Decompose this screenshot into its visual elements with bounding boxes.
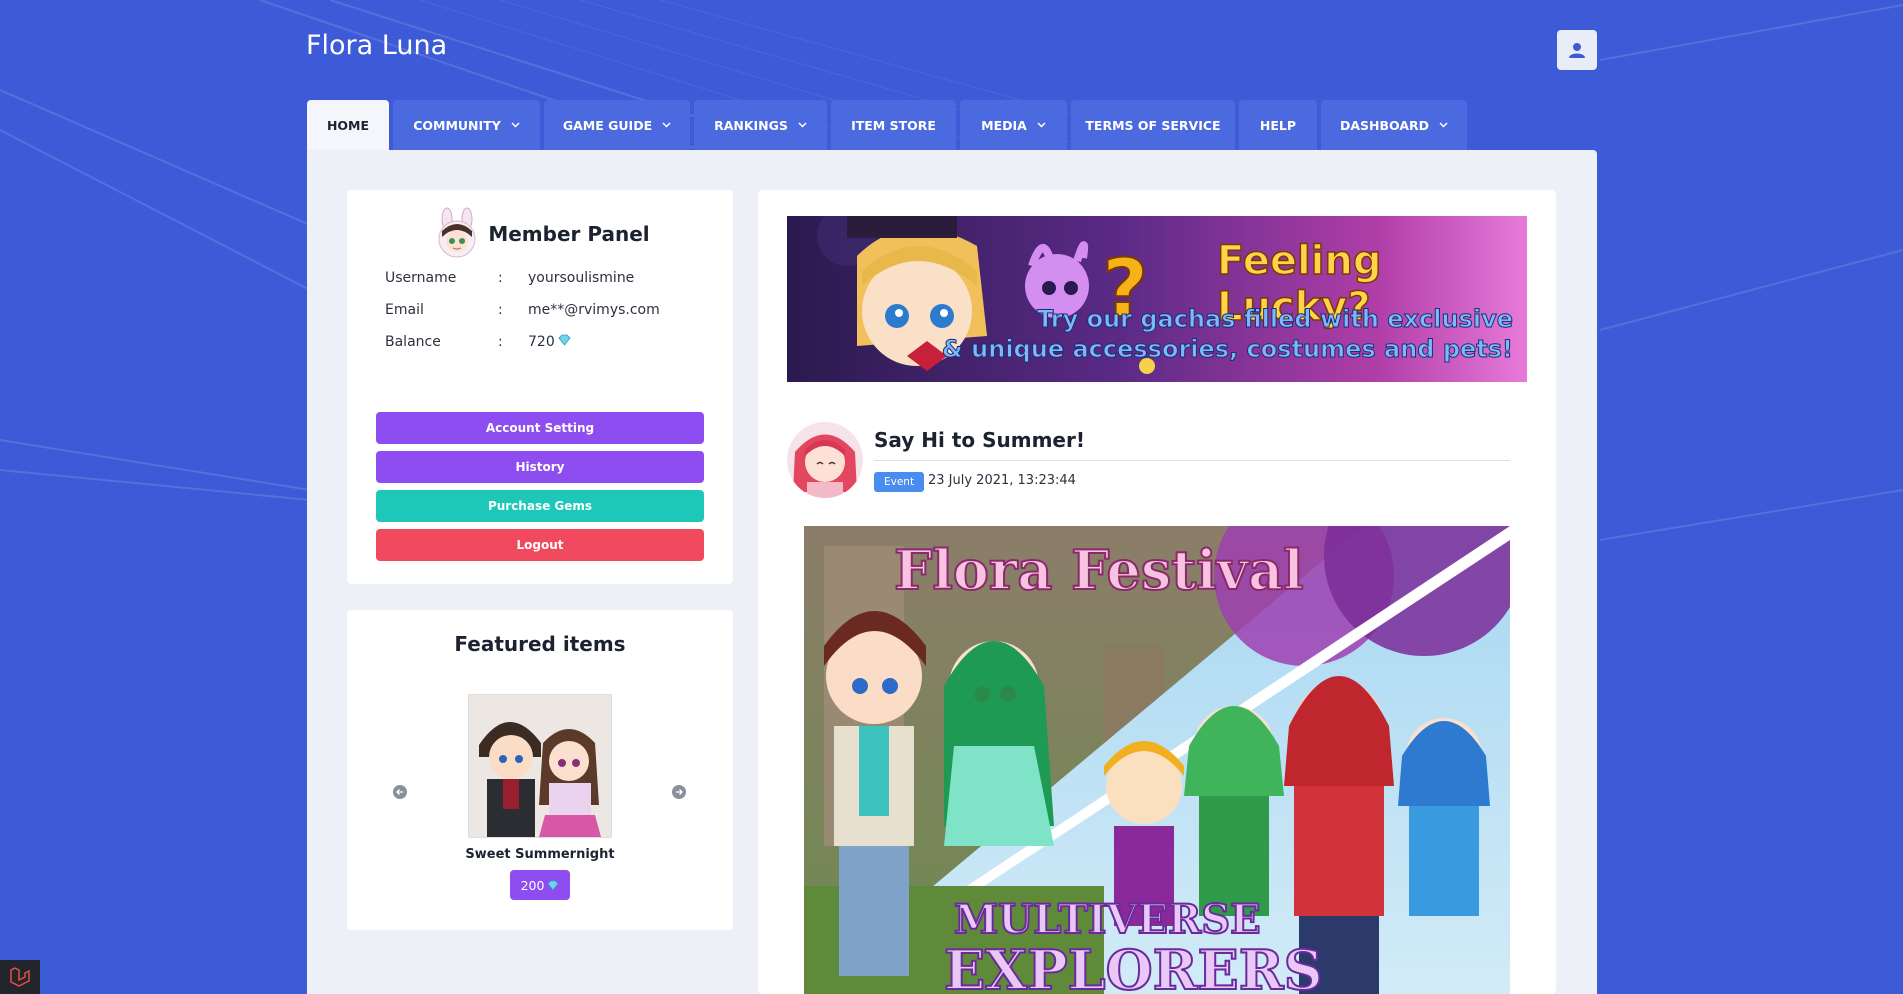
nav-label: RANKINGS [714, 117, 788, 133]
logout-button[interactable]: Logout [376, 529, 704, 561]
post-image-subtitle-1: Multiverse [953, 895, 1262, 944]
featured-items-title: Featured items [454, 632, 626, 656]
gem-icon [558, 334, 571, 346]
history-button[interactable]: History [376, 451, 704, 483]
nav-label: GAME GUIDE [562, 117, 653, 133]
nav-label: MEDIA [981, 117, 1027, 133]
chevron-down-icon [1439, 122, 1448, 128]
nav-terms-of-service[interactable]: TERMS OF SERVICE [1071, 100, 1235, 150]
post-category-badge: Event [874, 472, 925, 492]
banner-subline-2: & unique accessories, costumes and pets! [941, 335, 1513, 364]
balance-row: Balance : 720 [385, 334, 571, 350]
nav-label: DASHBOARD [1339, 117, 1429, 133]
separator: : [498, 334, 503, 350]
banner-subline-1: Try our gachas filled with exclusive [1037, 305, 1514, 334]
nav-media[interactable]: MEDIA [960, 100, 1067, 150]
arrow-right-icon [676, 789, 683, 795]
content-area: Member Panel Username : yoursoulismine E… [307, 150, 1597, 994]
chevron-down-icon [1037, 122, 1046, 128]
laravel-debug-icon[interactable] [0, 960, 40, 994]
user-menu-button[interactable] [1557, 30, 1597, 70]
chevron-down-icon [662, 122, 671, 128]
member-panel-header: Member Panel [347, 207, 733, 261]
bunny-avatar-icon [438, 207, 476, 258]
featured-item-image[interactable] [468, 694, 612, 838]
nav-label: ITEM STORE [851, 117, 936, 133]
balance-label: Balance [385, 334, 441, 350]
balance-value: 720 [528, 334, 555, 350]
nav-home[interactable]: HOME [307, 100, 389, 150]
username-row: Username : yoursoulismine [385, 270, 634, 286]
post-author-avatar[interactable] [787, 422, 863, 498]
carousel-prev-button[interactable] [393, 785, 407, 799]
divider [874, 460, 1510, 461]
nav-rankings[interactable]: RANKINGS [694, 100, 827, 150]
user-icon [1569, 43, 1585, 58]
email-label: Email [385, 302, 424, 318]
nav-item-store[interactable]: ITEM STORE [831, 100, 956, 150]
featured-items-panel: Featured items Sweet Summernight 200 [347, 610, 733, 930]
email-row: Email : me**@rvimys.com [385, 302, 660, 318]
post-image-title: Flora Festival [893, 537, 1305, 603]
nav-game-guide[interactable]: GAME GUIDE [544, 100, 690, 150]
nav-help[interactable]: HELP [1239, 100, 1317, 150]
banner-subline: Try our gachas filled with exclusive & u… [941, 304, 1514, 364]
member-panel: Member Panel Username : yoursoulismine E… [347, 190, 733, 584]
site-title[interactable]: Flora Luna [306, 30, 447, 61]
post-title[interactable]: Say Hi to Summer! [874, 428, 1085, 452]
gem-icon [547, 880, 559, 891]
nav-label: HOME [326, 117, 370, 133]
arrow-left-icon [396, 789, 403, 795]
chevron-down-icon [511, 122, 520, 128]
news-panel: ? Feeling Lucky? Try our gachas filled w… [758, 190, 1556, 994]
email-value: me**@rvimys.com [528, 302, 660, 318]
post-image-subtitle-2: Explorers [943, 937, 1324, 994]
nav-community[interactable]: COMMUNITY [393, 100, 540, 150]
gacha-banner[interactable]: ? Feeling Lucky? Try our gachas filled w… [787, 216, 1527, 382]
nav-dashboard[interactable]: DASHBOARD [1321, 100, 1467, 150]
separator: : [498, 270, 503, 286]
laravel-logo-icon [10, 967, 30, 987]
featured-item-name: Sweet Summernight [465, 847, 615, 862]
chevron-down-icon [798, 122, 807, 128]
nav-label: HELP [1259, 117, 1297, 133]
account-setting-button[interactable]: Account Setting [376, 412, 704, 444]
purchase-gems-button[interactable]: Purchase Gems [376, 490, 704, 522]
price-value: 200 [520, 877, 545, 893]
nav-label: TERMS OF SERVICE [1085, 117, 1221, 133]
member-panel-title: Member Panel [488, 222, 650, 246]
nav-label: COMMUNITY [413, 117, 501, 133]
main-nav: HOME COMMUNITY GAME GUIDE RANKINGS ITEM … [307, 100, 1471, 150]
post-featured-image[interactable]: Flora Festival Multiverse Explorers [804, 526, 1510, 994]
post-date: 23 July 2021, 13:23:44 [928, 473, 1076, 488]
username-value: yoursoulismine [528, 270, 635, 286]
username-label: Username [385, 270, 457, 286]
carousel-next-button[interactable] [672, 785, 686, 799]
featured-item-price-button[interactable]: 200 [510, 870, 570, 900]
separator: : [498, 302, 503, 318]
